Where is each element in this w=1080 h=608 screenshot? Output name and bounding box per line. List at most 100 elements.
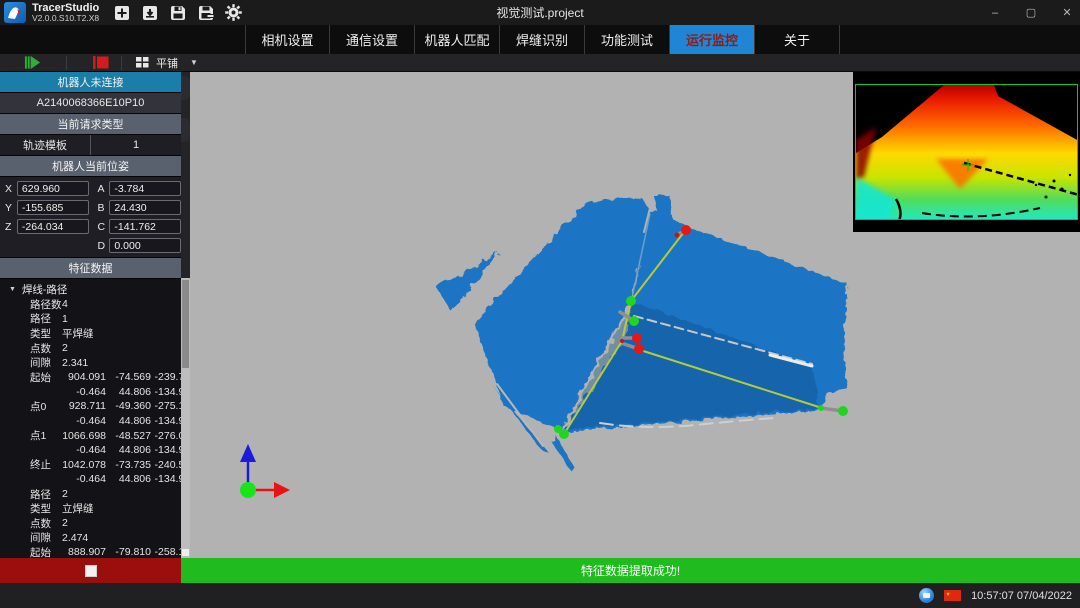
bottom-bar: 特征数据提取成功!: [0, 558, 1080, 583]
layout-grid-icon[interactable]: [134, 54, 151, 71]
tree-line-value: -275.182: [152, 400, 181, 412]
settings-gear-icon[interactable]: [225, 4, 242, 21]
tree-line-value: 1042.078: [62, 459, 106, 471]
pose-rows: X629.960A-3.784 Y-155.685 B24.430 Z-264.034…: [0, 177, 181, 258]
tree-line-label: 点数: [30, 341, 62, 356]
pose-axis-label: Y: [5, 202, 17, 214]
stop-checkbox[interactable]: [85, 565, 97, 577]
pose-axis-label: B: [98, 202, 110, 214]
maximize-button[interactable]: ▢: [1024, 6, 1038, 19]
trajectory-template-row: 轨迹模板 1: [0, 135, 181, 156]
tree-root-node[interactable]: ▼ 焊线-路径: [0, 282, 181, 297]
feature-tree: ▼ 焊线-路径 路径数4路径1类型平焊缝点数2间隙2.341起始904.091-…: [0, 279, 181, 558]
tree-line[interactable]: 间隙2.341: [0, 355, 181, 370]
tree-line[interactable]: 类型立焊缝: [0, 501, 181, 516]
close-button[interactable]: ✕: [1060, 6, 1074, 19]
title-bar: TracerStudio V2.0.0.S10.T2.X8 视觉测试.proje…: [0, 0, 1080, 25]
save-icon[interactable]: [169, 4, 186, 21]
pose-row: X629.960A-3.784: [0, 179, 181, 198]
pointcloud-viewport[interactable]: [190, 72, 1080, 558]
stop-button[interactable]: [92, 54, 109, 71]
tree-line-value: -0.464: [62, 444, 106, 456]
layout-mode-label: 平铺: [156, 55, 178, 71]
panel-handle[interactable]: [181, 118, 190, 142]
panel-handle[interactable]: [181, 76, 190, 100]
tree-line-value: 平焊缝: [62, 326, 94, 341]
connection-status-banner: 机器人未连接: [0, 72, 181, 93]
device-id: A2140068366E10P10: [0, 93, 181, 114]
stop-strip: [0, 558, 181, 583]
tree-line-value: 888.907: [62, 546, 106, 558]
tree-line[interactable]: 起始904.091-74.569-239.708: [0, 370, 181, 385]
layout-dropdown-arrow[interactable]: ▼: [190, 58, 198, 67]
pose-row: Z-264.034 C-141.762: [0, 217, 181, 236]
feature-data-header: 特征数据: [0, 258, 181, 279]
tree-line-value: -276.072: [152, 430, 181, 442]
tree-line[interactable]: 起始888.907-79.810-258.142: [0, 545, 181, 558]
depth-map-thumbnail[interactable]: [853, 72, 1080, 232]
pose-value-field[interactable]: 24.430: [109, 200, 181, 215]
pose-value-field[interactable]: 629.960: [17, 181, 89, 196]
tree-line-value: -134.982: [152, 415, 181, 427]
pose-value-field[interactable]: -3.784: [109, 181, 181, 196]
tree-line[interactable]: 点数2: [0, 516, 181, 531]
tab-3[interactable]: 焊缝识别: [500, 25, 585, 54]
tree-line[interactable]: 路径数4: [0, 297, 181, 312]
tree-line[interactable]: 点11066.698-48.527-276.072: [0, 428, 181, 443]
language-flag-icon[interactable]: [944, 590, 961, 601]
tree-line-label: 间隙: [30, 355, 62, 370]
open-project-icon[interactable]: [141, 4, 158, 21]
tree-scrollbar-thumb[interactable]: [182, 280, 189, 368]
tab-2[interactable]: 机器人匹配: [415, 25, 500, 54]
tab-bar-tabs: 相机设置通信设置机器人匹配焊缝识别功能测试运行监控关于: [245, 25, 840, 54]
tree-line-label: 类型: [30, 326, 62, 341]
tree-line-value: -0.464: [62, 415, 106, 427]
tree-line[interactable]: -0.46444.806-134.982: [0, 414, 181, 429]
minimize-button[interactable]: –: [988, 7, 1002, 19]
tree-line[interactable]: 终止1042.078-73.735-240.598: [0, 458, 181, 473]
tree-line-value: 立焊缝: [62, 501, 94, 516]
tree-line-label: 起始: [30, 370, 62, 385]
tree-scrollbar[interactable]: [181, 278, 190, 558]
tree-line-label: 起始: [30, 545, 62, 558]
tree-line-label: 间隙: [30, 530, 62, 545]
toolbar-separator: [121, 56, 122, 70]
tree-expander-icon[interactable]: ▼: [9, 286, 16, 293]
pose-axis-label: Z: [5, 221, 17, 233]
tree-line-value: 44.806: [107, 415, 151, 427]
pose-value-field[interactable]: -155.685: [17, 200, 89, 215]
tab-4[interactable]: 功能测试: [585, 25, 670, 54]
tree-line[interactable]: -0.46444.806-134.982: [0, 472, 181, 487]
tab-0[interactable]: 相机设置: [245, 25, 330, 54]
pose-row: D0.000: [0, 236, 181, 255]
ime-icon[interactable]: [919, 588, 934, 603]
toolbar-separator: [66, 56, 67, 70]
tree-line-value: -49.360: [107, 400, 151, 412]
tree-line-label: 类型: [30, 501, 62, 516]
tree-line[interactable]: 点0928.711-49.360-275.182: [0, 399, 181, 414]
save-as-icon[interactable]: [197, 4, 214, 21]
tree-line[interactable]: 类型平焊缝: [0, 326, 181, 341]
pose-axis-label: C: [98, 221, 110, 233]
pose-value-field[interactable]: -141.762: [109, 219, 181, 234]
tree-line[interactable]: 点数2: [0, 341, 181, 356]
tree-line-value: 1066.698: [62, 430, 106, 442]
tab-5[interactable]: 运行监控: [670, 25, 755, 54]
tree-line[interactable]: -0.46444.806-134.982: [0, 385, 181, 400]
new-project-icon[interactable]: [113, 4, 130, 21]
pose-value-field[interactable]: -264.034: [17, 219, 89, 234]
request-type-header: 当前请求类型: [0, 114, 181, 135]
tab-6[interactable]: 关于: [755, 25, 840, 54]
pose-value-field[interactable]: 0.000: [109, 238, 181, 253]
tree-line-value: -0.464: [62, 386, 106, 398]
tab-1[interactable]: 通信设置: [330, 25, 415, 54]
status-message: 特征数据提取成功!: [581, 562, 680, 579]
tree-line[interactable]: 路径2: [0, 487, 181, 502]
run-button[interactable]: [24, 54, 41, 71]
robot-sidebar: 机器人未连接 A2140068366E10P10 当前请求类型 轨迹模板 1 机…: [0, 72, 181, 558]
tree-line[interactable]: 间隙2.474: [0, 531, 181, 546]
tree-line-value: 2.474: [62, 532, 88, 544]
tree-line[interactable]: 路径1: [0, 312, 181, 327]
trajectory-template-value[interactable]: 1: [91, 135, 181, 155]
tree-line[interactable]: -0.46444.806-134.982: [0, 443, 181, 458]
